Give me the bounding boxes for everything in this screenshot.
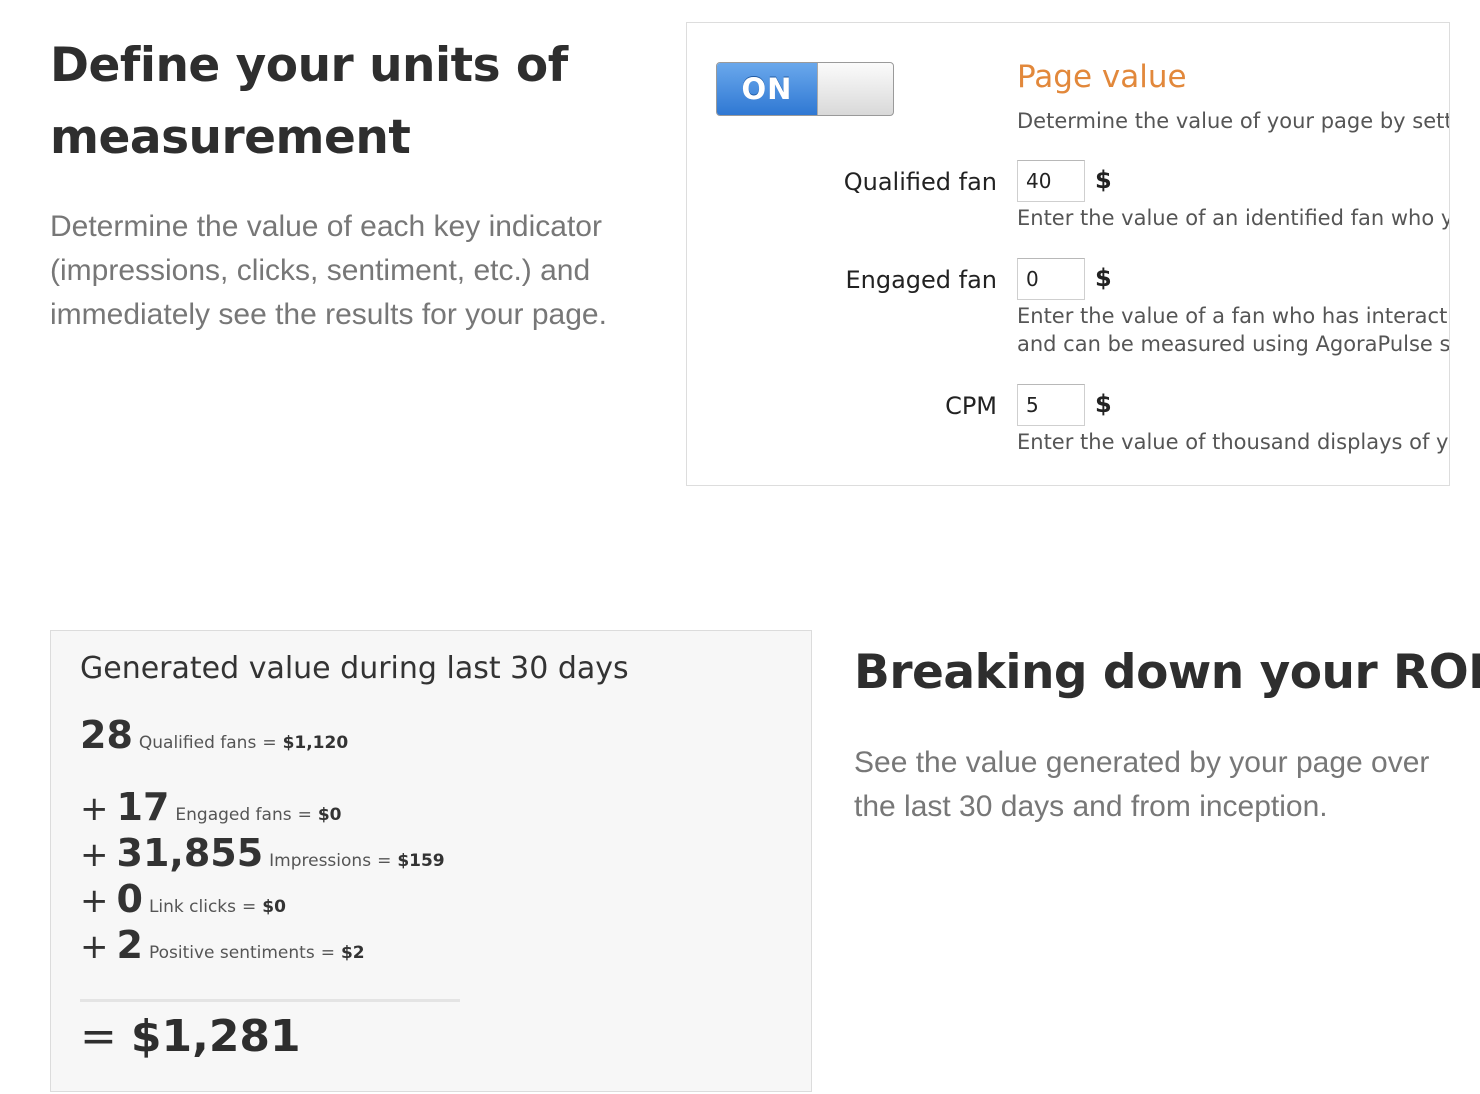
toggle-knob[interactable] xyxy=(817,63,893,115)
cpm-input[interactable]: 5 xyxy=(1017,384,1085,426)
metric-plus: + xyxy=(80,881,109,921)
page-value-toggle[interactable]: ON xyxy=(716,62,894,116)
engaged-fan-help-line-1: Enter the value of a fan who has interac… xyxy=(1017,304,1448,328)
metric-plus: + xyxy=(80,835,109,875)
units-description: Determine the value of each key indicato… xyxy=(50,210,607,331)
qualified-fan-currency: $ xyxy=(1095,166,1112,194)
metric-label: Positive sentiments xyxy=(148,943,315,963)
roi-description: See the value generated by your page ove… xyxy=(854,746,1430,823)
metric-label: Qualified fans xyxy=(138,733,257,753)
metric-positive-sentiments: +2 Positive sentiments = $2 xyxy=(80,923,365,967)
metric-plus: + xyxy=(80,789,109,829)
qualified-fan-label: Qualified fan xyxy=(843,168,997,196)
total-value: = $1,281 xyxy=(80,1011,301,1062)
generated-value-box: Generated value during last 30 days 28 Qu… xyxy=(50,630,812,1092)
metric-label: Impressions xyxy=(269,851,372,871)
page-value-title: Page value xyxy=(1017,59,1187,95)
toggle-on-label: ON xyxy=(717,63,817,115)
metric-count: 2 xyxy=(116,923,143,967)
total-divider xyxy=(80,999,460,1002)
units-heading: Define your units of measurement xyxy=(50,38,568,165)
page-value-description: Determine the value of your page by sett xyxy=(1017,109,1450,133)
metric-value: $159 xyxy=(397,851,445,871)
metric-impressions: +31,855 Impressions = $159 xyxy=(80,831,445,875)
metric-equals: = xyxy=(262,733,277,753)
engaged-fan-currency: $ xyxy=(1095,264,1112,292)
metric-label: Link clicks xyxy=(148,897,237,917)
roi-heading: Breaking down your ROI xyxy=(854,645,1480,700)
metric-value: $1,120 xyxy=(282,733,349,753)
total-amount: $1,281 xyxy=(130,1011,301,1062)
metric-value: $0 xyxy=(262,897,286,917)
metric-count: 17 xyxy=(116,785,170,829)
qualified-fan-input[interactable]: 40 xyxy=(1017,160,1085,202)
engaged-fan-help-line-2: and can be measured using AgoraPulse s xyxy=(1017,332,1450,356)
engaged-fan-label: Engaged fan xyxy=(845,266,997,294)
cpm-help-line: Enter the value of thousand displays of … xyxy=(1017,430,1449,454)
metric-equals: = xyxy=(297,805,312,825)
generated-value-title: Generated value during last 30 days xyxy=(80,651,629,686)
metric-link-clicks: +0 Link clicks = $0 xyxy=(80,877,286,921)
metric-count: 28 xyxy=(80,713,133,757)
metric-count: 0 xyxy=(116,877,143,921)
cpm-label: CPM xyxy=(945,392,997,420)
metric-engaged-fans: +17 Engaged fans = $0 xyxy=(80,785,342,829)
metric-label: Engaged fans xyxy=(175,805,292,825)
metric-equals: = xyxy=(377,851,392,871)
cpm-help: Enter the value of thousand displays of … xyxy=(1017,428,1448,456)
metric-count: 31,855 xyxy=(116,831,264,875)
metric-value: $2 xyxy=(340,943,365,963)
metric-qualified-fans: 28 Qualified fans = $1,120 xyxy=(80,713,348,757)
qualified-fan-help-line: Enter the value of an identified fan who… xyxy=(1017,206,1450,230)
metric-equals: = xyxy=(320,943,335,963)
total-equals: = xyxy=(80,1011,117,1062)
metric-value: $0 xyxy=(317,805,342,825)
cpm-currency: $ xyxy=(1095,390,1112,418)
page-value-settings-panel: ON Page value Determine the value of you… xyxy=(686,22,1450,486)
engaged-fan-input[interactable]: 0 xyxy=(1017,258,1085,300)
metric-equals: = xyxy=(242,897,257,917)
qualified-fan-help: Enter the value of an identified fan who… xyxy=(1017,204,1450,232)
metric-plus: + xyxy=(80,927,109,967)
engaged-fan-help: Enter the value of a fan who has interac… xyxy=(1017,302,1450,358)
